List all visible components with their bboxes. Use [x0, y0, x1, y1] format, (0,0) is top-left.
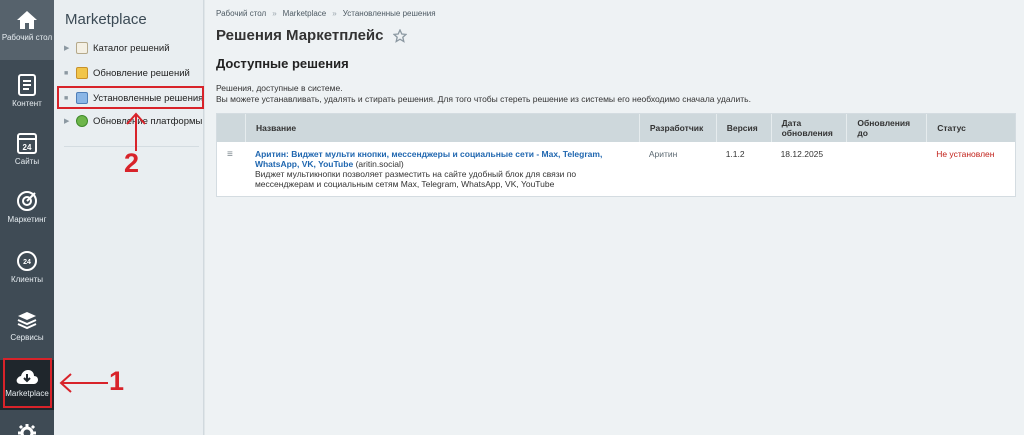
breadcrumb: Рабочий стол » Marketplace » Установленные р… [216, 9, 436, 18]
page-title: Решения Маркетплейс [216, 27, 384, 44]
target-icon [17, 191, 37, 211]
nav-sites[interactable]: 24 Сайты [0, 124, 54, 184]
submenu-title: Marketplace [65, 11, 147, 28]
annotation-marker-2: 2 [124, 148, 140, 178]
header-updates-line: до [857, 128, 868, 138]
update-icon [76, 67, 88, 79]
breadcrumb-item-installed[interactable]: Установленные решения [343, 9, 436, 18]
home-icon [17, 11, 37, 29]
status-cell: Не установлен [926, 142, 1015, 196]
svg-text:24: 24 [23, 259, 31, 266]
developer-link[interactable]: Аритин [649, 149, 677, 159]
submenu-item-label: Обновление решений [93, 67, 190, 79]
nav-services[interactable]: Сервисы [0, 304, 54, 364]
annotation-box-marketplace [3, 358, 52, 408]
marketplace-submenu: Marketplace ▶ Каталог решений ■ Обновлен… [54, 0, 204, 435]
submenu-item-label: Каталог решений [93, 42, 170, 54]
header-developer[interactable]: Разработчик [638, 114, 716, 142]
nav-clients[interactable]: 24 Клиенты [0, 244, 54, 304]
header-name[interactable]: Название [244, 114, 639, 142]
annotation-box-installed [57, 86, 204, 109]
nav-clients-label: Клиенты [10, 275, 44, 284]
clients-icon: 24 [17, 251, 37, 271]
nav-content[interactable]: Контент [0, 66, 54, 126]
header-date-line: обновления [781, 128, 833, 138]
table-header: Название Разработчик Версия Дата обновлен… [217, 114, 1015, 142]
submenu-item-updates[interactable]: ■ Обновление решений [64, 63, 190, 83]
header-menu-cell [217, 114, 245, 142]
annotation-arrow-up-icon [126, 112, 146, 151]
nav-settings[interactable] [0, 418, 54, 435]
favorite-star-icon[interactable] [393, 29, 407, 43]
submenu-item-catalog[interactable]: ▶ Каталог решений [64, 38, 170, 58]
expand-arrow-icon[interactable]: ▶ [64, 117, 72, 125]
row-menu-icon[interactable]: ≡ [217, 142, 245, 196]
nav-sites-label: Сайты [14, 157, 40, 166]
annotation-arrow-left-icon [59, 373, 108, 393]
header-date-line: Дата [781, 118, 802, 128]
solution-title-link[interactable]: WhatsApp, VK, YouTube [255, 159, 353, 169]
header-updates-line: Обновления [857, 118, 911, 128]
date-cell: 18.12.2025 [780, 149, 824, 159]
nav-content-label: Контент [12, 99, 42, 108]
expand-arrow-icon[interactable]: ▶ [64, 44, 72, 52]
section-title: Доступные решения [216, 56, 349, 71]
catalog-icon [76, 42, 88, 54]
breadcrumb-item-marketplace[interactable]: Marketplace [283, 9, 327, 18]
solution-title-link[interactable]: Аритин: Виджет мульти кнопки, мессенджер… [255, 149, 602, 159]
version-cell: 1.1.2 [725, 149, 745, 159]
intro-line: Решения, доступные в системе. [216, 83, 343, 93]
breadcrumb-item-desktop[interactable]: Рабочий стол [216, 9, 266, 18]
layers-icon [17, 312, 37, 330]
header-version[interactable]: Версия [715, 114, 771, 142]
document-icon [18, 74, 36, 96]
nav-desktop[interactable]: Рабочий стол [0, 0, 54, 60]
table-row: ≡ Аритин: Виджет мульти кнопки, мессендж… [217, 142, 1015, 196]
solution-cell: Аритин: Виджет мульти кнопки, мессенджер… [245, 142, 639, 196]
svg-text:24: 24 [23, 143, 32, 152]
nav-desktop-label: Рабочий стол [1, 33, 53, 42]
breadcrumb-separator: » [332, 9, 337, 18]
nav-marketing-label: Маркетинг [7, 215, 47, 224]
breadcrumb-separator: » [272, 9, 277, 18]
solution-code: (aritin.social) [355, 159, 404, 169]
header-updates-until[interactable]: Обновления до [846, 114, 926, 142]
nav-services-label: Сервисы [10, 333, 44, 342]
annotation-marker-1: 1 [109, 366, 125, 396]
header-date[interactable]: Дата обновления [770, 114, 847, 142]
calendar-icon: 24 [17, 133, 37, 154]
status-badge: Не установлен [936, 149, 995, 159]
intro-line: Вы можете устанавливать, удалять и стира… [216, 94, 751, 104]
developer-cell: Аритин [639, 142, 716, 196]
main-content: Рабочий стол » Marketplace » Установленные р… [205, 0, 1024, 435]
solution-description: Виджет мультикнопки позволяет разместить… [254, 169, 577, 179]
gear-icon [18, 424, 36, 435]
bullet-icon: ■ [64, 69, 69, 77]
solution-description: мессенджерам и социальным сетям Max, Tel… [254, 179, 555, 189]
intro-text: Решения, доступные в системе. Вы можете … [216, 83, 751, 105]
updates-until-cell [846, 142, 926, 196]
solutions-table: Название Разработчик Версия Дата обновлен… [216, 113, 1016, 197]
platform-update-icon [76, 115, 88, 127]
nav-marketing[interactable]: Маркетинг [0, 184, 54, 244]
header-status[interactable]: Статус [926, 114, 1015, 142]
